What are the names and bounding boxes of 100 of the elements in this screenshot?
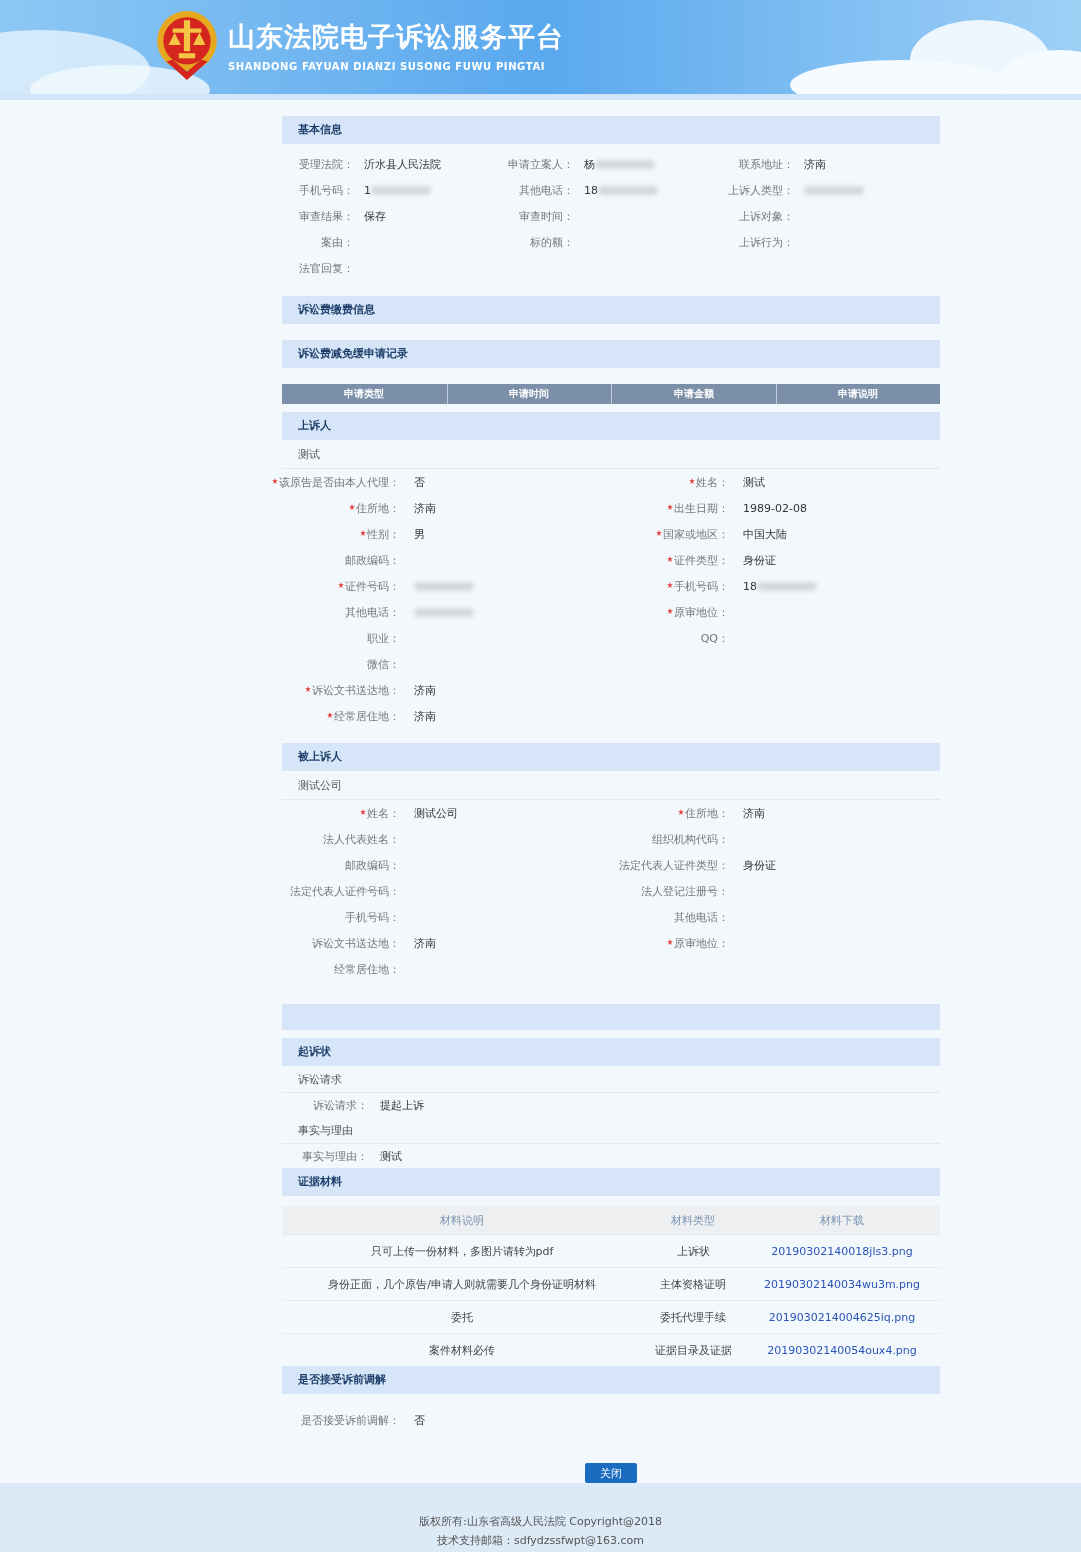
field-label: 手机号码： [345, 909, 400, 925]
column-header: 申请说明 [775, 384, 940, 404]
field-label: 邮政编码： [345, 552, 400, 568]
field-label: 国家或地区： [663, 526, 729, 542]
table-cell: 委托 [282, 1300, 642, 1334]
field-label: 微信： [367, 656, 400, 672]
field-label: 原审地位： [674, 604, 729, 620]
field-value: 男 [414, 526, 425, 542]
file-link[interactable]: 20190302140054oux4.png [767, 1343, 917, 1357]
table-cell: 委托代理手续 [642, 1300, 744, 1334]
field-label: 证件类型： [674, 552, 729, 568]
section-heading: 起诉状 [282, 1038, 940, 1066]
field-label: 标的额： [529, 234, 574, 250]
field-label: 住所地： [685, 805, 729, 821]
field-label: 其他电话： [674, 909, 729, 925]
party-name: 测试 [282, 440, 940, 469]
field-value: 沂水县人民法院 [364, 156, 441, 172]
field-value: 否 [414, 474, 425, 490]
field-label: 上诉人类型： [727, 182, 794, 198]
field-label: 性别： [367, 526, 400, 542]
field-label: 住所地： [356, 500, 400, 516]
file-link[interactable]: 20190302140018jls3.png [771, 1244, 913, 1258]
file-link[interactable]: 2019030214004625iq.png [768, 1310, 916, 1324]
field-label: 邮政编码： [345, 857, 400, 873]
field-value: 济南 [414, 500, 436, 516]
field-label: 是否接受诉前调解： [300, 1412, 400, 1428]
table-cell: 只可上传一份材料，多图片请转为pdf [282, 1234, 642, 1268]
field-label: 受理法院： [298, 156, 354, 172]
section-heading: 被上诉人 [282, 743, 940, 771]
column-header: 申请金额 [611, 384, 776, 404]
field-label: 法人登记注册号： [641, 883, 729, 899]
field-label: 上诉对象： [738, 208, 794, 224]
field-value: 测试 [380, 1148, 402, 1164]
field-value: 测试公司 [414, 805, 458, 821]
field-value: 济南 [804, 156, 826, 172]
field-value: 中国大陆 [743, 526, 787, 542]
field-value: 杨 [584, 156, 595, 172]
column-header: 申请类型 [343, 387, 386, 401]
field-value: 保存 [364, 208, 386, 224]
field-value: 1 [364, 183, 371, 197]
table-cell: 上诉状 [642, 1234, 744, 1268]
field-label: 姓名： [367, 805, 400, 821]
field-value: 身份证 [743, 857, 776, 873]
field-label: 经常居住地： [334, 961, 400, 977]
close-button[interactable]: 关闭 [585, 1463, 637, 1483]
section-heading: 上诉人 [282, 412, 940, 440]
section-heading: 基本信息 [282, 116, 940, 144]
table-cell: 身份正面，几个原告/申请人则就需要几个身份证明材料 [282, 1267, 642, 1301]
column-header: 材料类型 [642, 1206, 744, 1235]
column-header: 材料下载 [744, 1206, 940, 1235]
field-label: 上诉行为： [738, 234, 794, 250]
site-subtitle: SHANDONG FAYUAN DIANZI SUSONG FUWU PINGTAI [228, 60, 547, 72]
footer-text: 版权所有:山东省高级人民法院 Copyright@2018 [419, 1514, 662, 1529]
field-label: 手机号码： [674, 578, 729, 594]
column-header: 材料说明 [282, 1206, 642, 1235]
field-label: 审查结果： [298, 208, 354, 224]
field-value: 济南 [414, 682, 436, 698]
subsection-heading: 诉讼请求 [282, 1066, 940, 1093]
field-label: 其他电话： [518, 182, 574, 198]
field-label: 姓名： [696, 474, 729, 490]
field-label: 手机号码： [298, 182, 354, 198]
field-label: 组织机构代码： [652, 831, 729, 847]
site-title: 山东法院电子诉讼服务平台 [228, 19, 564, 54]
field-label: 该原告是否由本人代理： [279, 474, 400, 490]
file-link[interactable]: 20190302140034wu3m.png [763, 1277, 921, 1291]
field-label: 职业： [367, 630, 400, 646]
field-label: 诉讼文书送达地： [312, 935, 400, 951]
field-label: QQ： [700, 630, 729, 646]
field-label: 证件号码： [345, 578, 400, 594]
field-label: 申请立案人： [507, 156, 574, 172]
field-label: 诉讼请求： [312, 1097, 368, 1113]
section-heading: 证据材料 [282, 1168, 940, 1196]
field-label: 联系地址： [738, 156, 794, 172]
field-value: 提起上诉 [380, 1097, 424, 1113]
section-heading: 是否接受诉前调解 [282, 1366, 940, 1394]
field-label: 诉讼文书送达地： [312, 682, 400, 698]
subsection-heading: 事实与理由 [282, 1117, 940, 1144]
field-value: 18 [743, 579, 757, 593]
field-label: 法定代表人证件号码： [290, 883, 400, 899]
section-heading: 诉讼费缴费信息 [282, 296, 940, 324]
field-value: 18 [584, 183, 598, 197]
field-value: 身份证 [743, 552, 776, 568]
table-cell: 主体资格证明 [642, 1267, 744, 1301]
field-label: 出生日期： [674, 500, 729, 516]
field-label: 法官回复： [298, 260, 354, 276]
emblem-icon [156, 8, 218, 82]
field-label: 审查时间： [518, 208, 574, 224]
field-label: 原审地位： [674, 935, 729, 951]
field-value: 1989-02-08 [743, 501, 807, 515]
field-value: 济南 [414, 935, 436, 951]
footer-text: 技术支持邮箱：sdfydzssfwpt@163.com [436, 1533, 645, 1548]
field-label: 法人代表姓名： [323, 831, 400, 847]
field-value: 否 [414, 1412, 425, 1428]
field-label: 法定代表人证件类型： [619, 857, 729, 873]
field-value: 测试 [743, 474, 765, 490]
field-label: 案由： [320, 234, 354, 250]
column-header: 申请时间 [446, 384, 611, 404]
field-label: 经常居住地： [334, 708, 400, 724]
field-label: 事实与理由： [301, 1148, 368, 1164]
field-value: 济南 [414, 708, 436, 724]
